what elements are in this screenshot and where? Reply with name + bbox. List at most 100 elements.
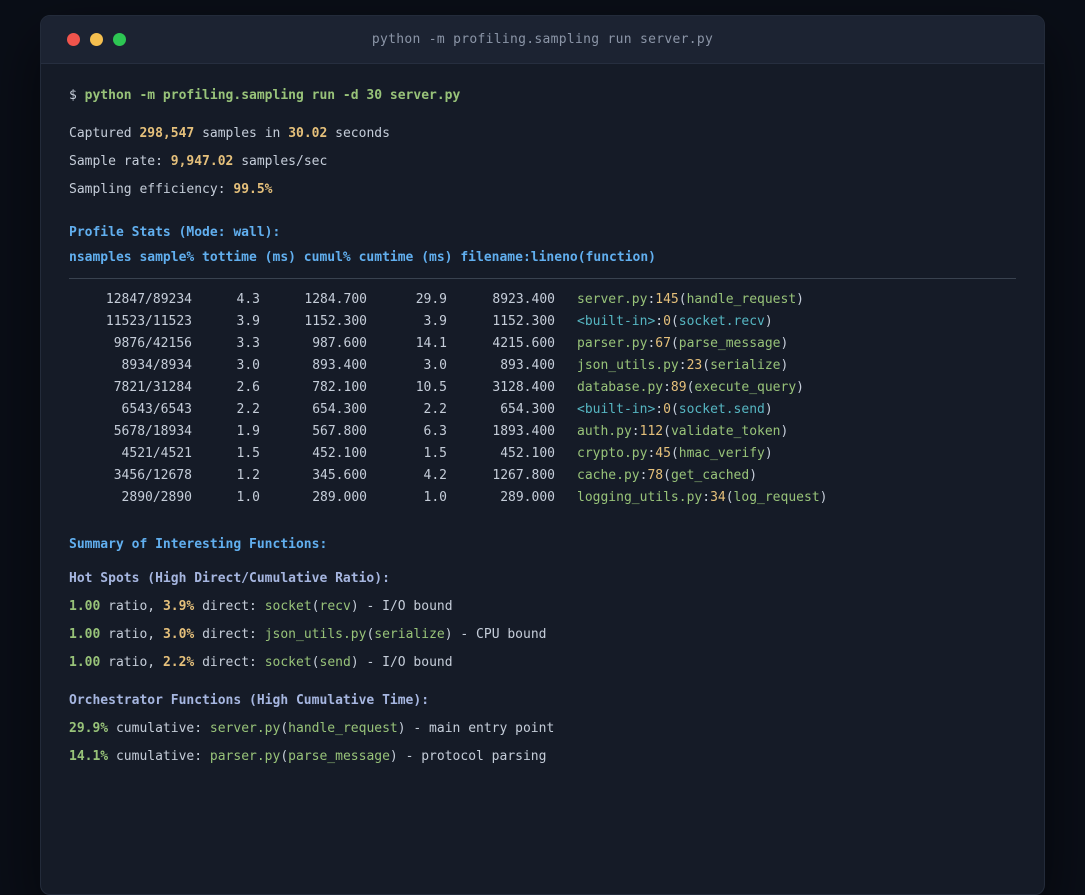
table-row: 3456/12678 1.2 345.600 4.2 1267.800 cache.py:… — [69, 465, 1016, 487]
function-name: log_request — [733, 490, 820, 505]
colon-punct: : — [655, 402, 664, 417]
maximize-button[interactable] — [113, 33, 126, 46]
cell-sample-pct: 3.0 — [236, 358, 260, 373]
table-row: 9876/42156 3.3 987.600 14.1 4215.600 parser.p… — [69, 333, 1016, 355]
direct-label: direct: — [202, 655, 257, 670]
cell-tottime: 654.300 — [312, 402, 367, 417]
table-row: 2890/2890 1.0 289.000 1.0 289.000 logging_uti… — [69, 487, 1016, 509]
cell-nsamples: 3456/12678 — [113, 468, 192, 483]
function-name: serialize — [374, 627, 445, 642]
cell-tottime: 1284.700 — [304, 292, 367, 307]
terminal-output: $ python -m profiling.sampling run -d 30… — [41, 64, 1044, 771]
cell-sample-pct: 1.2 — [236, 468, 260, 483]
cell-tottime: 452.100 — [312, 446, 367, 461]
line-number: 145 — [655, 292, 679, 307]
table-row: 11523/11523 3.9 1152.300 3.9 1152.300 <built-… — [69, 311, 1016, 333]
line-number: 112 — [639, 424, 664, 439]
cell-location: auth.py:112(validate_token) — [577, 424, 788, 439]
target-name: server.py — [209, 721, 281, 736]
function-name: send — [319, 655, 351, 670]
rparen-punct: ) — [350, 599, 359, 614]
rparen-punct: ) — [350, 655, 359, 670]
table-row: 4521/4521 1.5 452.100 1.5 452.100 crypto.py:4… — [69, 443, 1016, 465]
cell-sample-pct: 4.3 — [236, 292, 260, 307]
cell-location: <built-in>:0(socket.recv) — [577, 314, 773, 329]
cell-nsamples: 2890/2890 — [121, 490, 192, 505]
line-number: 45 — [655, 446, 671, 461]
target-name: socket — [264, 599, 312, 614]
cell-nsamples: 5678/18934 — [113, 424, 192, 439]
colon-punct: : — [663, 380, 671, 395]
direct-pct-value: 2.2% — [162, 655, 195, 670]
cell-cumtime: 1893.400 — [492, 424, 555, 439]
function-name: handle_request — [288, 721, 398, 736]
cell-nsamples: 7821/31284 — [113, 380, 192, 395]
profile-stats-heading: Profile Stats (Mode: wall): — [69, 225, 281, 240]
hot-spot-item: 1.00 ratio, 3.9% direct: socket(recv) - … — [69, 593, 1016, 621]
cell-cumtime: 893.400 — [500, 358, 555, 373]
cell-tottime: 289.000 — [312, 490, 367, 505]
cell-tottime: 345.600 — [312, 468, 367, 483]
sample-rate-unit: samples/sec — [241, 154, 328, 169]
cell-cumul-pct: 10.5 — [415, 380, 447, 395]
cell-tottime: 893.400 — [312, 358, 367, 373]
sample-rate-value: 9,947.02 — [170, 154, 234, 169]
cell-cumul-pct: 1.5 — [423, 446, 447, 461]
cumulative-label: cumulative: — [115, 721, 203, 736]
rparen-punct: ) — [397, 721, 406, 736]
close-button[interactable] — [67, 33, 80, 46]
cell-sample-pct: 3.9 — [236, 314, 260, 329]
lparen-punct: ( — [663, 468, 671, 483]
captured-samples-value: 298,547 — [139, 126, 195, 141]
efficiency-value: 99.5% — [233, 182, 273, 197]
orchestrators-heading: Orchestrator Functions (High Cumulative … — [69, 693, 430, 708]
cell-cumtime: 654.300 — [500, 402, 555, 417]
table-divider — [69, 278, 1016, 279]
captured-unit-label: seconds — [335, 126, 390, 141]
table-header: nsamples sample% tottime (ms) cumul% cum… — [69, 250, 656, 265]
cell-location: crypto.py:45(hmac_verify) — [577, 446, 773, 461]
cell-cumtime: 289.000 — [500, 490, 555, 505]
table-row: 7821/31284 2.6 782.100 10.5 3128.400 database… — [69, 377, 1016, 399]
cell-cumul-pct: 3.0 — [423, 358, 447, 373]
rparen-punct: ) — [780, 336, 789, 351]
line-number: 0 — [663, 314, 671, 329]
file-name: <built-in> — [577, 402, 656, 417]
file-name: cache.py — [577, 468, 640, 483]
cell-location: cache.py:78(get_cached) — [577, 468, 757, 483]
ratio-value: 1.00 — [69, 655, 101, 670]
cell-sample-pct: 1.9 — [236, 424, 260, 439]
file-name: crypto.py — [577, 446, 648, 461]
rparen-punct: ) — [444, 627, 453, 642]
table-row: 12847/89234 4.3 1284.700 29.9 8923.400 server… — [69, 289, 1016, 311]
ratio-label: ratio, — [108, 655, 156, 670]
cell-sample-pct: 1.5 — [236, 446, 260, 461]
cumulative-pct-value: 14.1% — [69, 749, 109, 764]
minimize-button[interactable] — [90, 33, 103, 46]
cell-cumtime: 1152.300 — [492, 314, 555, 329]
cell-location: parser.py:67(parse_message) — [577, 336, 788, 351]
function-name: parse_message — [678, 336, 781, 351]
cell-cumul-pct: 29.9 — [415, 292, 447, 307]
prompt-symbol: $ — [69, 88, 77, 103]
sample-rate-label: Sample rate: — [69, 154, 163, 169]
window-controls — [67, 16, 126, 63]
file-name: <built-in> — [577, 314, 656, 329]
rparen-punct: ) — [796, 380, 804, 395]
table-row: 8934/8934 3.0 893.400 3.0 893.400 json_utils.… — [69, 355, 1016, 377]
cell-sample-pct: 1.0 — [236, 490, 260, 505]
cell-cumtime: 3128.400 — [492, 380, 555, 395]
colon-punct: : — [655, 314, 664, 329]
hot-spot-item: 1.00 ratio, 3.0% direct: json_utils.py(s… — [69, 621, 1016, 649]
cell-sample-pct: 3.3 — [236, 336, 260, 351]
direct-pct-value: 3.0% — [162, 627, 195, 642]
lparen-punct: ( — [280, 721, 289, 736]
command-line: $ python -m profiling.sampling run -d 30… — [69, 82, 1016, 110]
hot-spots-heading: Hot Spots (High Direct/Cumulative Ratio)… — [69, 571, 390, 586]
cell-nsamples: 11523/11523 — [105, 314, 192, 329]
cell-nsamples: 12847/89234 — [105, 292, 192, 307]
captured-label: Captured — [69, 126, 132, 141]
line-number: 78 — [647, 468, 664, 483]
window-title: python -m profiling.sampling run server.… — [371, 32, 714, 47]
rparen-punct: ) — [764, 402, 773, 417]
